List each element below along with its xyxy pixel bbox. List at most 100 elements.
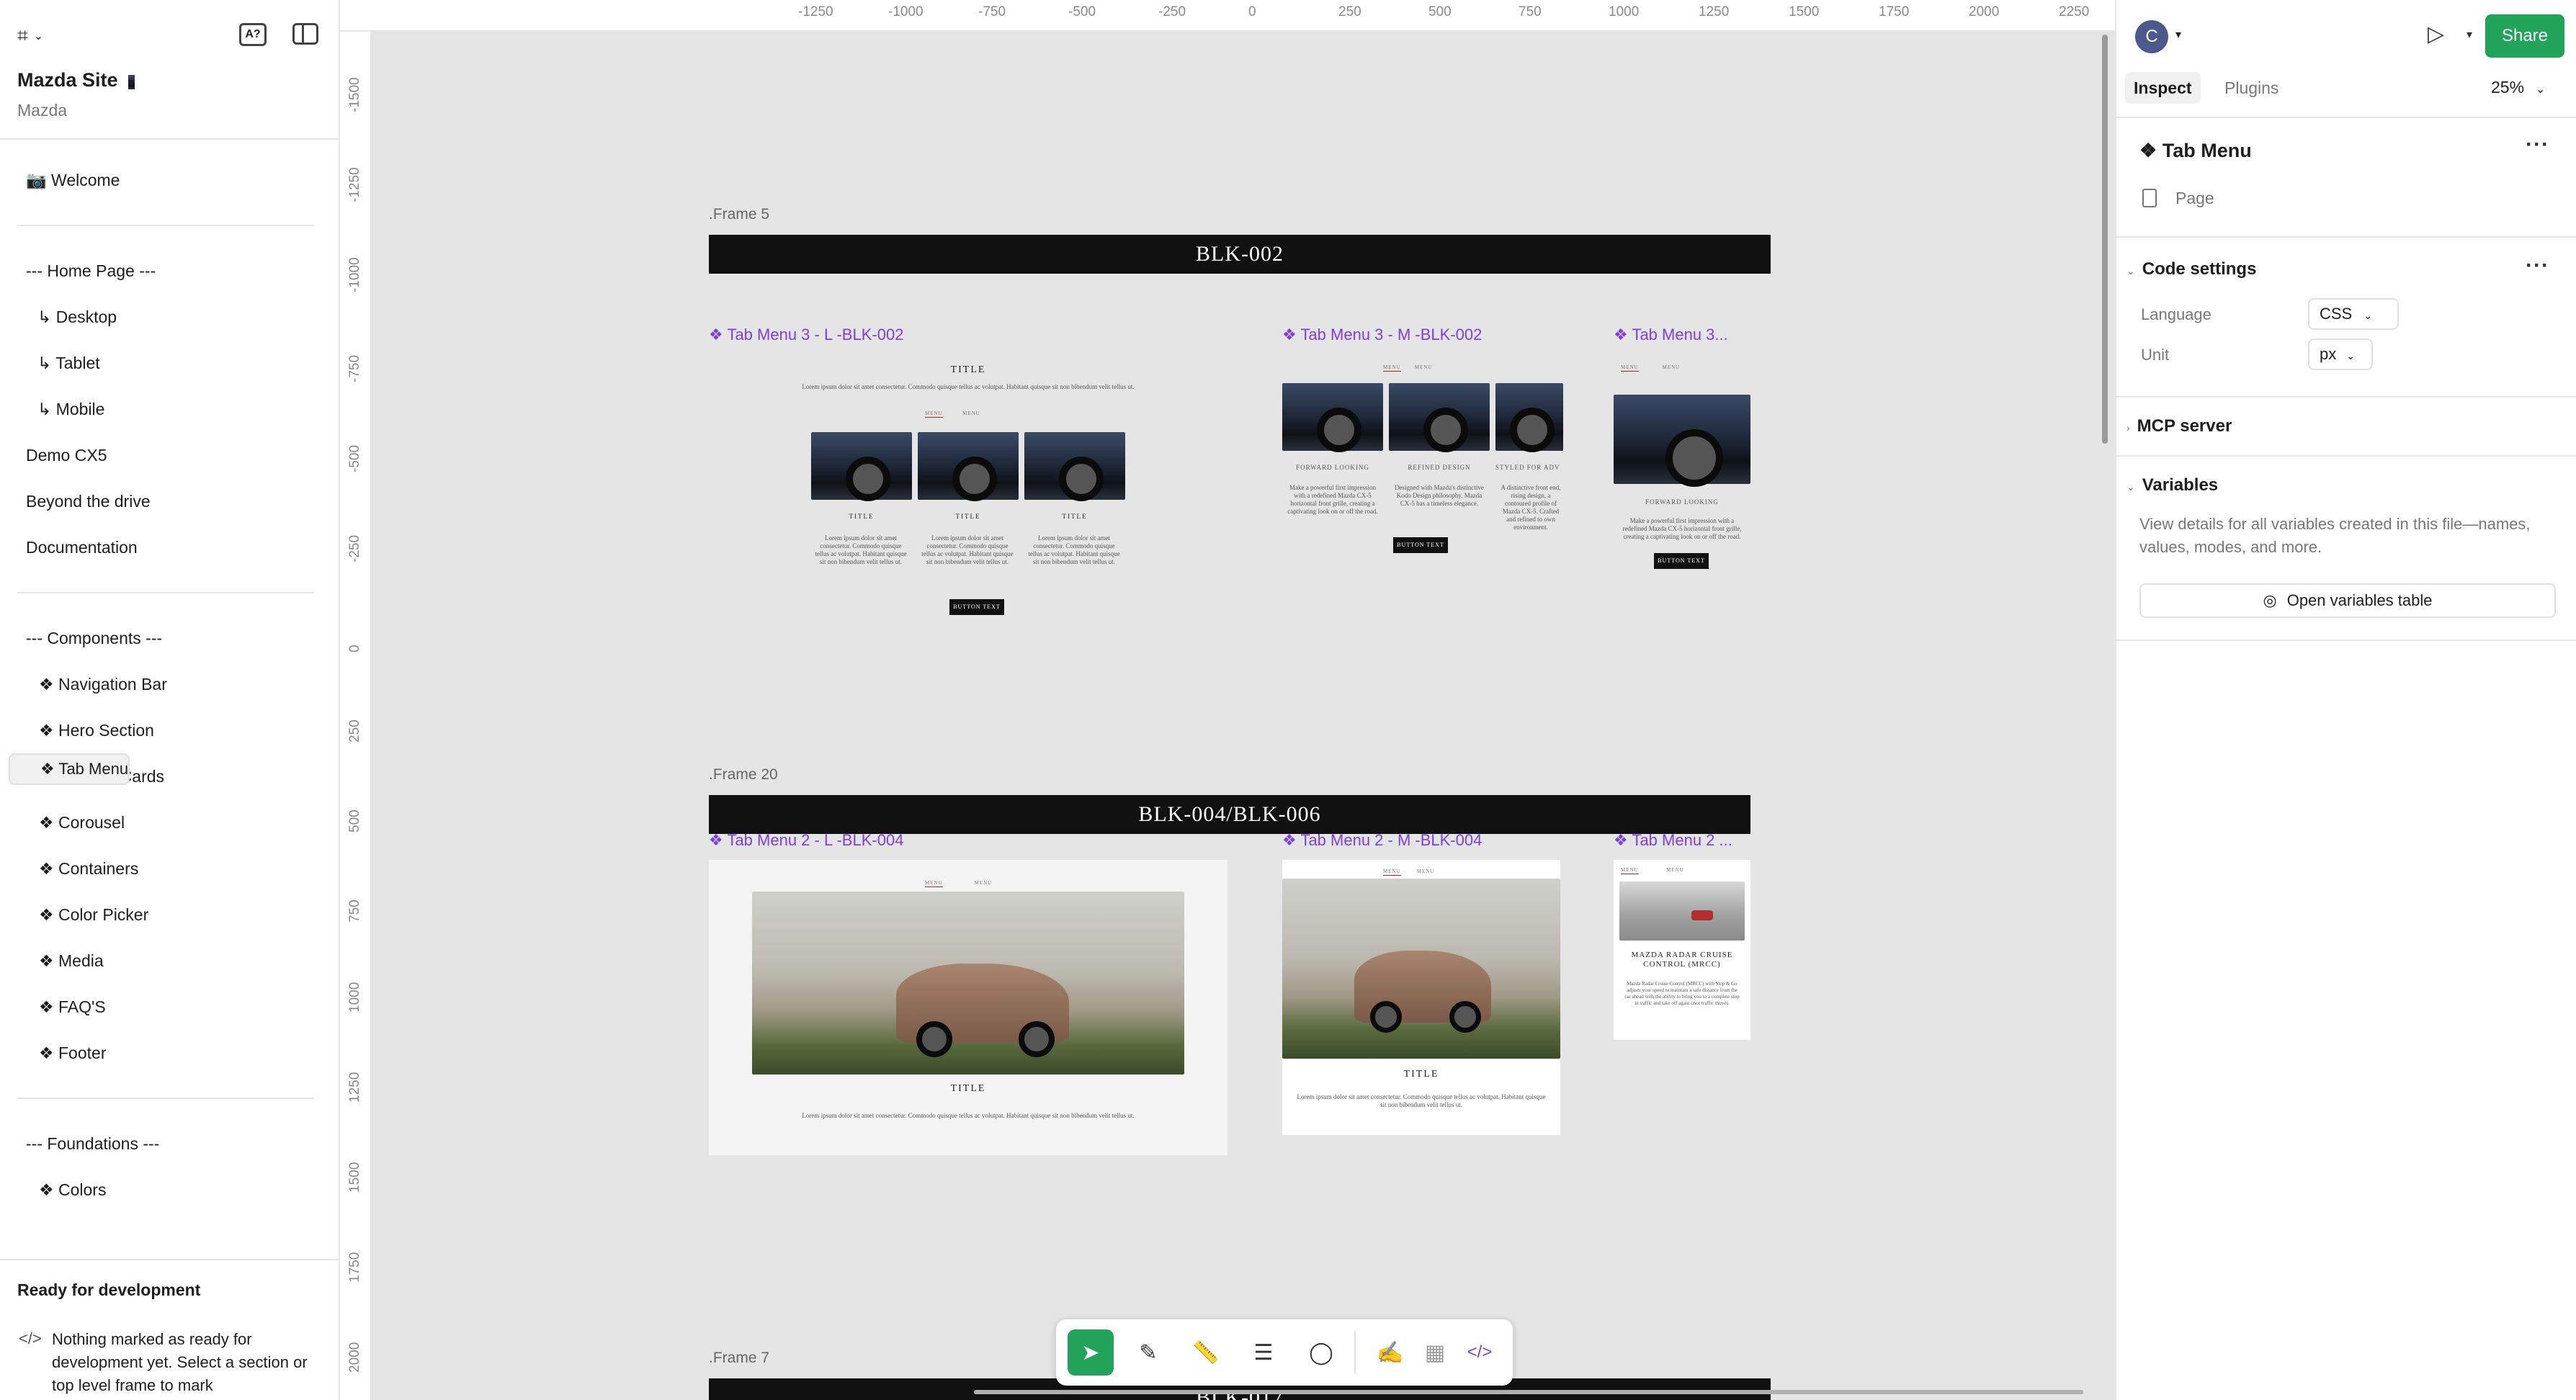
page-media[interactable]: ❖ Media: [9, 938, 330, 984]
tab-menu-3-m-preview[interactable]: MENU MENU FORWARD LOOKING REFINED DESIGN…: [1282, 357, 1563, 573]
frame-label[interactable]: .Frame 20: [709, 766, 778, 784]
language-select[interactable]: CSS ⌄: [2308, 298, 2399, 330]
ruler-tick: 0: [1248, 4, 1256, 19]
ready-title[interactable]: Ready for development: [17, 1280, 200, 1300]
page-tablet[interactable]: ↳ Tablet: [9, 340, 330, 386]
mock-lorem: Lorem ipsum dolor sit amet consectetur. …: [802, 1112, 1135, 1119]
divider: [17, 1098, 314, 1099]
component-label[interactable]: ❖ Tab Menu 3 - M -BLK-002: [1282, 326, 1482, 344]
dev-mode-button[interactable]: </>: [1457, 1329, 1503, 1376]
page-mobile[interactable]: ↳ Mobile: [9, 386, 330, 432]
inspect-grid-button[interactable]: ▦: [1412, 1329, 1458, 1376]
mcp-server-header[interactable]: › MCP server: [2126, 416, 2232, 436]
section-title: Code settings: [2142, 259, 2257, 279]
page-welcome[interactable]: 📷 Welcome: [9, 157, 330, 203]
page-colors[interactable]: ❖ Colors: [9, 1167, 330, 1213]
page-faq[interactable]: ❖ FAQ'S: [9, 984, 330, 1030]
main-menu-button[interactable]: ⌗ ⌄: [17, 22, 65, 50]
note-icon: ☰: [1253, 1340, 1274, 1365]
more-options-icon[interactable]: ···: [2526, 253, 2549, 278]
pen-icon: ✎: [1139, 1340, 1158, 1365]
tab-menu-2-m-preview[interactable]: MENU MENU TITLE Lorem ipsum dolor sit am…: [1282, 860, 1560, 1135]
page-link[interactable]: Page: [2175, 189, 2214, 208]
pen-tool-button[interactable]: ✎: [1125, 1329, 1171, 1376]
page-containers[interactable]: ❖ Containers: [9, 845, 330, 892]
chevron-down-icon[interactable]: ▾: [2175, 27, 2181, 42]
project-title[interactable]: Mazda Site ▾: [17, 69, 135, 91]
mock-tab: MENU: [962, 410, 980, 416]
frame-label[interactable]: .Frame 7: [709, 1350, 769, 1367]
component-label[interactable]: ❖ Tab Menu 2 - L -BLK-004: [709, 831, 903, 850]
component-label[interactable]: ❖ Tab Menu 2 - M -BLK-004: [1282, 831, 1482, 850]
code-settings-header[interactable]: ⌄ Code settings: [2126, 259, 2256, 279]
code-icon: </>: [19, 1329, 42, 1347]
mock-card-desc: Mazda Radar Cruise Control (MRCC) with S…: [1624, 981, 1740, 1006]
sidebar-toggle-icon[interactable]: [292, 23, 318, 45]
open-variables-table-button[interactable]: ◎ Open variables table: [2139, 583, 2556, 618]
component-label[interactable]: ❖ Tab Menu 2 ...: [1614, 831, 1732, 850]
page-docs[interactable]: Documentation: [9, 524, 330, 570]
page-color-picker[interactable]: ❖ Color Picker: [9, 892, 330, 938]
language-label: Language: [2141, 305, 2211, 323]
tab-plugins[interactable]: Plugins: [2216, 72, 2287, 104]
frame-label[interactable]: .Frame 5: [709, 206, 769, 223]
mock-card-title: MAZDA RADAR CRUISE CONTROL (MRCC): [1631, 951, 1733, 969]
ruler-tick: 2250: [2059, 4, 2090, 19]
divider: [2116, 455, 2576, 457]
page-foundations-header[interactable]: --- Foundations ---: [9, 1121, 330, 1167]
chevron-down-icon: ⌄: [2346, 350, 2355, 362]
zoom-control[interactable]: 25% ⌄: [2491, 78, 2545, 97]
move-tool-button[interactable]: ➤: [1068, 1329, 1114, 1376]
avatar[interactable]: C: [2135, 20, 2168, 53]
page-footer[interactable]: ❖ Footer: [9, 1030, 330, 1076]
page-hero[interactable]: ❖ Hero Section: [9, 707, 330, 753]
tab-menu-3-s-preview[interactable]: MENU MENU FORWARD LOOKING Make a powerfu…: [1614, 357, 1750, 573]
share-button[interactable]: Share: [2485, 14, 2564, 58]
text-ai-icon[interactable]: A?: [239, 23, 267, 46]
more-options-icon[interactable]: ···: [2526, 133, 2549, 157]
tab-menu-2-l-preview[interactable]: MENU MENU TITLE Lorem ipsum dolor sit am…: [709, 860, 1227, 1155]
chevron-down-icon[interactable]: ▾: [2467, 27, 2472, 42]
page-beyond[interactable]: Beyond the drive: [9, 478, 330, 524]
unit-value: px: [2320, 345, 2337, 363]
page-tab-menu[interactable]: ❖ Tab Menu: [9, 753, 130, 785]
comment-tool-button[interactable]: ◯: [1298, 1329, 1344, 1376]
team-name: Mazda: [17, 101, 68, 120]
tab-menu-2-s-preview[interactable]: MENU MENU MAZDA RADAR CRUISE CONTROL (MR…: [1614, 860, 1750, 1040]
page-demo[interactable]: Demo CX5: [9, 432, 330, 478]
mock-tabs: MENU MENU: [1383, 364, 1433, 372]
page-home-header[interactable]: --- Home Page ---: [9, 248, 330, 294]
ruler-tick: 750: [1519, 4, 1542, 19]
ruler-tick: 1000: [347, 982, 362, 1013]
ruler-vertical: -1500 -1250 -1000 -750 -500 -250 0 250 500 750 100…: [340, 32, 372, 1400]
page-nav[interactable]: ❖ Navigation Bar: [9, 661, 330, 707]
tab-inspect[interactable]: Inspect: [2125, 72, 2201, 104]
annotations-button[interactable]: ✍: [1367, 1329, 1413, 1376]
page-carousel[interactable]: ❖ Corousel: [9, 799, 330, 845]
horizontal-scrollbar[interactable]: [974, 1390, 2083, 1394]
page-desktop[interactable]: ↳ Desktop: [9, 294, 330, 340]
divider: [2116, 640, 2576, 641]
mock-button: BUTTON TEXT: [1654, 553, 1709, 569]
ruler-tick: -750: [347, 354, 362, 382]
tab-menu-3-l-preview[interactable]: TITLE Lorem ipsum dolor sit amet consect…: [709, 357, 1227, 631]
section-title: Variables: [2142, 475, 2219, 495]
measure-tool-button[interactable]: 📏: [1183, 1329, 1229, 1376]
car-image: [811, 432, 912, 501]
ruler-tick: -1000: [888, 4, 923, 19]
component-label[interactable]: ❖ Tab Menu 3 - L -BLK-002: [709, 326, 903, 344]
annotate-tool-button[interactable]: ☰: [1240, 1329, 1287, 1376]
present-button[interactable]: ▷: [2428, 22, 2444, 47]
canvas[interactable]: -1250 -1000 -750 -500 -250 0 250 500 750 1000 1250…: [340, 0, 2115, 1400]
mock-button: BUTTON TEXT: [1393, 537, 1448, 553]
frame-title[interactable]: BLK-004/BLK-006: [709, 795, 1750, 834]
ruler-icon: 📏: [1192, 1340, 1220, 1365]
vertical-scrollbar[interactable]: [2102, 35, 2108, 444]
frame-title[interactable]: BLK-002: [709, 235, 1771, 274]
component-label[interactable]: ❖ Tab Menu 3...: [1614, 326, 1728, 344]
variables-header[interactable]: ⌄ Variables: [2126, 475, 2218, 495]
mock-tab: MENU: [1416, 869, 1435, 874]
mock-tab: MENU: [1666, 867, 1684, 873]
unit-select[interactable]: px ⌄: [2308, 338, 2373, 370]
page-components-header[interactable]: --- Components ---: [9, 615, 330, 661]
